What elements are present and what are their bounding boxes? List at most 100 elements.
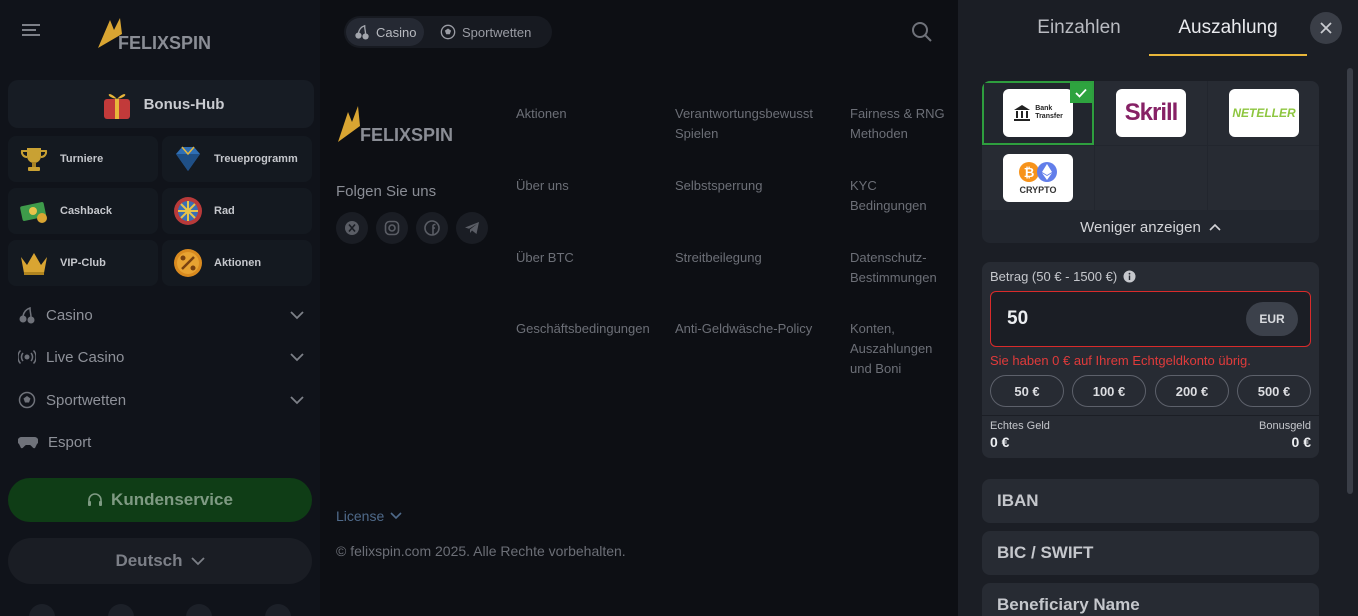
- sidebar-item-sportwetten[interactable]: Sportwetten: [8, 380, 314, 420]
- tile-cashback[interactable]: Cashback: [8, 188, 158, 234]
- tile-turniere[interactable]: Turniere: [8, 136, 158, 182]
- bank-icon: [1014, 105, 1031, 121]
- amount-label-text: Betrag (50 € - 1500 €): [990, 269, 1118, 284]
- empty-cell: [1208, 146, 1319, 210]
- method-bank-transfer[interactable]: Bank Transfer: [982, 81, 1094, 145]
- wheel-icon: [170, 193, 206, 229]
- tile-label: Treueprogramm: [214, 153, 298, 165]
- sidebar-item-label: Sportwetten: [46, 391, 127, 409]
- chevron-down-icon: [290, 352, 304, 362]
- amount-input[interactable]: 50 EUR: [990, 291, 1311, 347]
- telegram-icon[interactable]: [456, 212, 488, 244]
- svg-text:₿: ₿: [1024, 165, 1035, 180]
- bonus-money-value: 0 €: [1291, 434, 1311, 450]
- tab-casino[interactable]: Casino: [346, 18, 425, 46]
- scrollbar[interactable]: [1347, 68, 1353, 494]
- copyright-text: © felixspin.com 2025. Alle Rechte vorbeh…: [336, 543, 626, 559]
- info-icon[interactable]: [1123, 270, 1136, 283]
- close-icon: [1320, 22, 1332, 34]
- sidebar-item-casino[interactable]: Casino: [8, 295, 314, 335]
- soccer-ball-icon: [440, 24, 456, 40]
- bic-swift-field[interactable]: BIC / SWIFT: [982, 531, 1319, 575]
- tile-vip-club[interactable]: VIP-Club: [8, 240, 158, 286]
- sidebar-item-label: Esport: [48, 433, 92, 451]
- amount-value[interactable]: 50: [1007, 308, 1028, 330]
- iban-field[interactable]: IBAN: [982, 479, 1319, 523]
- bonus-hub-button[interactable]: Bonus-Hub: [8, 80, 314, 128]
- tile-label: Turniere: [60, 153, 104, 165]
- customer-service-label: Kundenservice: [111, 490, 233, 509]
- show-less-button[interactable]: Weniger anzeigen: [982, 212, 1319, 242]
- bank-transfer-logo: Bank Transfer: [1003, 89, 1073, 137]
- tab-sportwetten[interactable]: Sportwetten: [432, 18, 539, 46]
- license-toggle[interactable]: License: [336, 508, 402, 524]
- soccer-ball-icon: [18, 391, 36, 409]
- main-content: [320, 0, 958, 616]
- crypto-coins-icon: ₿: [1018, 161, 1058, 183]
- customer-service-button[interactable]: Kundenservice: [8, 478, 312, 522]
- search-icon[interactable]: [910, 20, 934, 44]
- tab-label: Sportwetten: [462, 24, 532, 40]
- tile-aktionen[interactable]: Aktionen: [162, 240, 312, 286]
- language-select[interactable]: Deutsch: [8, 538, 312, 584]
- trophy-icon: [16, 141, 52, 177]
- method-neteller[interactable]: NETELLER: [1208, 81, 1319, 145]
- footer-link-aktionen[interactable]: Aktionen: [516, 104, 676, 124]
- tab-auszahlung[interactable]: Auszahlung: [1149, 0, 1307, 56]
- quick-amount-200[interactable]: 200 €: [1155, 375, 1229, 407]
- bonus-hub-label: Bonus-Hub: [143, 95, 225, 113]
- sidebar-item-live-casino[interactable]: Live Casino: [8, 337, 314, 377]
- footer-logo: FELIXSPIN: [336, 100, 466, 144]
- footer-logo-text: FELIXSPIN: [360, 125, 453, 144]
- footer-link-streitbeilegung[interactable]: Streitbeilegung: [675, 248, 835, 268]
- chevron-down-icon: [390, 512, 402, 520]
- percent-icon: [170, 245, 206, 281]
- footer-link-fairness[interactable]: Fairness & RNG Methoden: [850, 104, 954, 144]
- cash-icon: [16, 193, 52, 229]
- tab-label: Casino: [376, 24, 417, 40]
- tile-label: Rad: [214, 205, 235, 217]
- close-button[interactable]: [1310, 12, 1342, 44]
- menu-icon[interactable]: [22, 22, 42, 38]
- brand-logo-text: FELIXSPIN: [118, 33, 211, 53]
- footer-link-geschaeftsbedingungen[interactable]: Geschäftsbedingungen: [516, 319, 676, 339]
- brand-logo[interactable]: FELIXSPIN: [96, 12, 226, 54]
- footer-link-selbstsperrung[interactable]: Selbstsperrung: [675, 176, 835, 196]
- neteller-logo: NETELLER: [1229, 89, 1299, 137]
- tile-rad[interactable]: Rad: [162, 188, 312, 234]
- footer-link-konten[interactable]: Konten, Auszahlungen und Boni: [850, 319, 954, 379]
- quick-amount-50[interactable]: 50 €: [990, 375, 1064, 407]
- currency-button[interactable]: EUR: [1246, 302, 1298, 336]
- tile-label: Aktionen: [214, 257, 262, 269]
- quick-amount-500[interactable]: 500 €: [1237, 375, 1311, 407]
- chevron-down-icon: [290, 310, 304, 320]
- tile-treueprogramm[interactable]: Treueprogramm: [162, 136, 312, 182]
- footer-link-ueber-uns[interactable]: Über uns: [516, 176, 676, 196]
- footer-link-kyc[interactable]: KYC Bedingungen: [850, 176, 940, 216]
- real-money-label: Echtes Geld: [990, 420, 1050, 432]
- cherries-icon: [354, 24, 370, 40]
- sidebar-item-label: Casino: [46, 306, 93, 324]
- beneficiary-name-field[interactable]: Beneficiary Name: [982, 583, 1319, 616]
- instagram-icon[interactable]: [376, 212, 408, 244]
- quick-amount-100[interactable]: 100 €: [1072, 375, 1146, 407]
- tab-einzahlen[interactable]: Einzahlen: [1020, 0, 1138, 56]
- footer-link-verantwortung[interactable]: Verantwortungsbewusst Spielen: [675, 104, 835, 144]
- x-icon[interactable]: [336, 212, 368, 244]
- method-crypto[interactable]: ₿ CRYPTO: [982, 146, 1094, 210]
- footer-link-ueber-btc[interactable]: Über BTC: [516, 248, 676, 268]
- active-tab-indicator: [1149, 54, 1307, 56]
- chevron-up-icon: [1209, 223, 1221, 231]
- crypto-logo: ₿ CRYPTO: [1003, 154, 1073, 202]
- crown-icon: [16, 245, 52, 281]
- footer-link-aml-policy[interactable]: Anti-Geldwäsche-Policy: [675, 319, 835, 339]
- real-money-value: 0 €: [990, 434, 1010, 450]
- show-less-label: Weniger anzeigen: [1080, 218, 1201, 236]
- facebook-icon[interactable]: [416, 212, 448, 244]
- tile-label: Cashback: [60, 205, 112, 217]
- skrill-logo: Skrill: [1116, 89, 1186, 137]
- footer-link-datenschutz[interactable]: Datenschutz-Bestimmungen: [850, 248, 954, 288]
- method-skrill[interactable]: Skrill: [1095, 81, 1207, 145]
- sidebar-item-esport[interactable]: Esport: [8, 422, 314, 462]
- chevron-down-icon: [190, 556, 205, 566]
